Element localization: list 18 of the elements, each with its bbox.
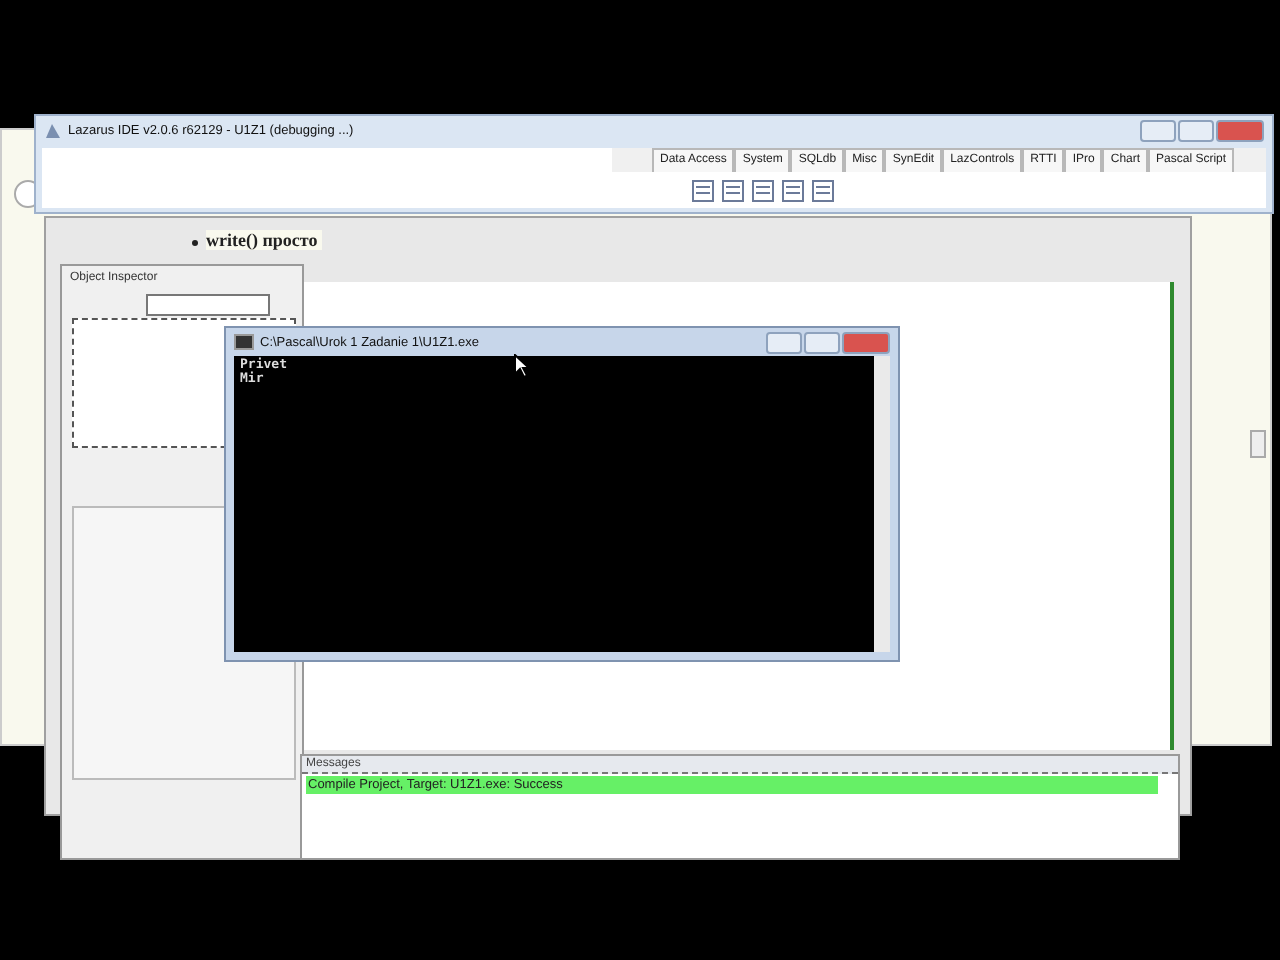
component-icon[interactable]: [752, 179, 774, 201]
input-field[interactable]: [146, 294, 270, 316]
scrollbar[interactable]: [1250, 430, 1266, 458]
minimize-button[interactable]: [1140, 119, 1176, 141]
component-icon[interactable]: [782, 179, 804, 201]
bullet-icon: [192, 240, 198, 246]
maximize-button[interactable]: [804, 331, 840, 353]
minimize-button[interactable]: [766, 331, 802, 353]
maximize-button[interactable]: [1178, 119, 1214, 141]
bullet-text: write() просто: [206, 230, 322, 250]
close-button[interactable]: [1216, 119, 1264, 141]
app-icon: [44, 121, 62, 139]
component-icon[interactable]: [812, 179, 834, 201]
component-icon[interactable]: [692, 179, 714, 201]
close-button[interactable]: [842, 331, 890, 353]
component-icon[interactable]: [722, 179, 744, 201]
console-icon: [234, 334, 254, 350]
scrollbar[interactable]: [874, 356, 890, 652]
